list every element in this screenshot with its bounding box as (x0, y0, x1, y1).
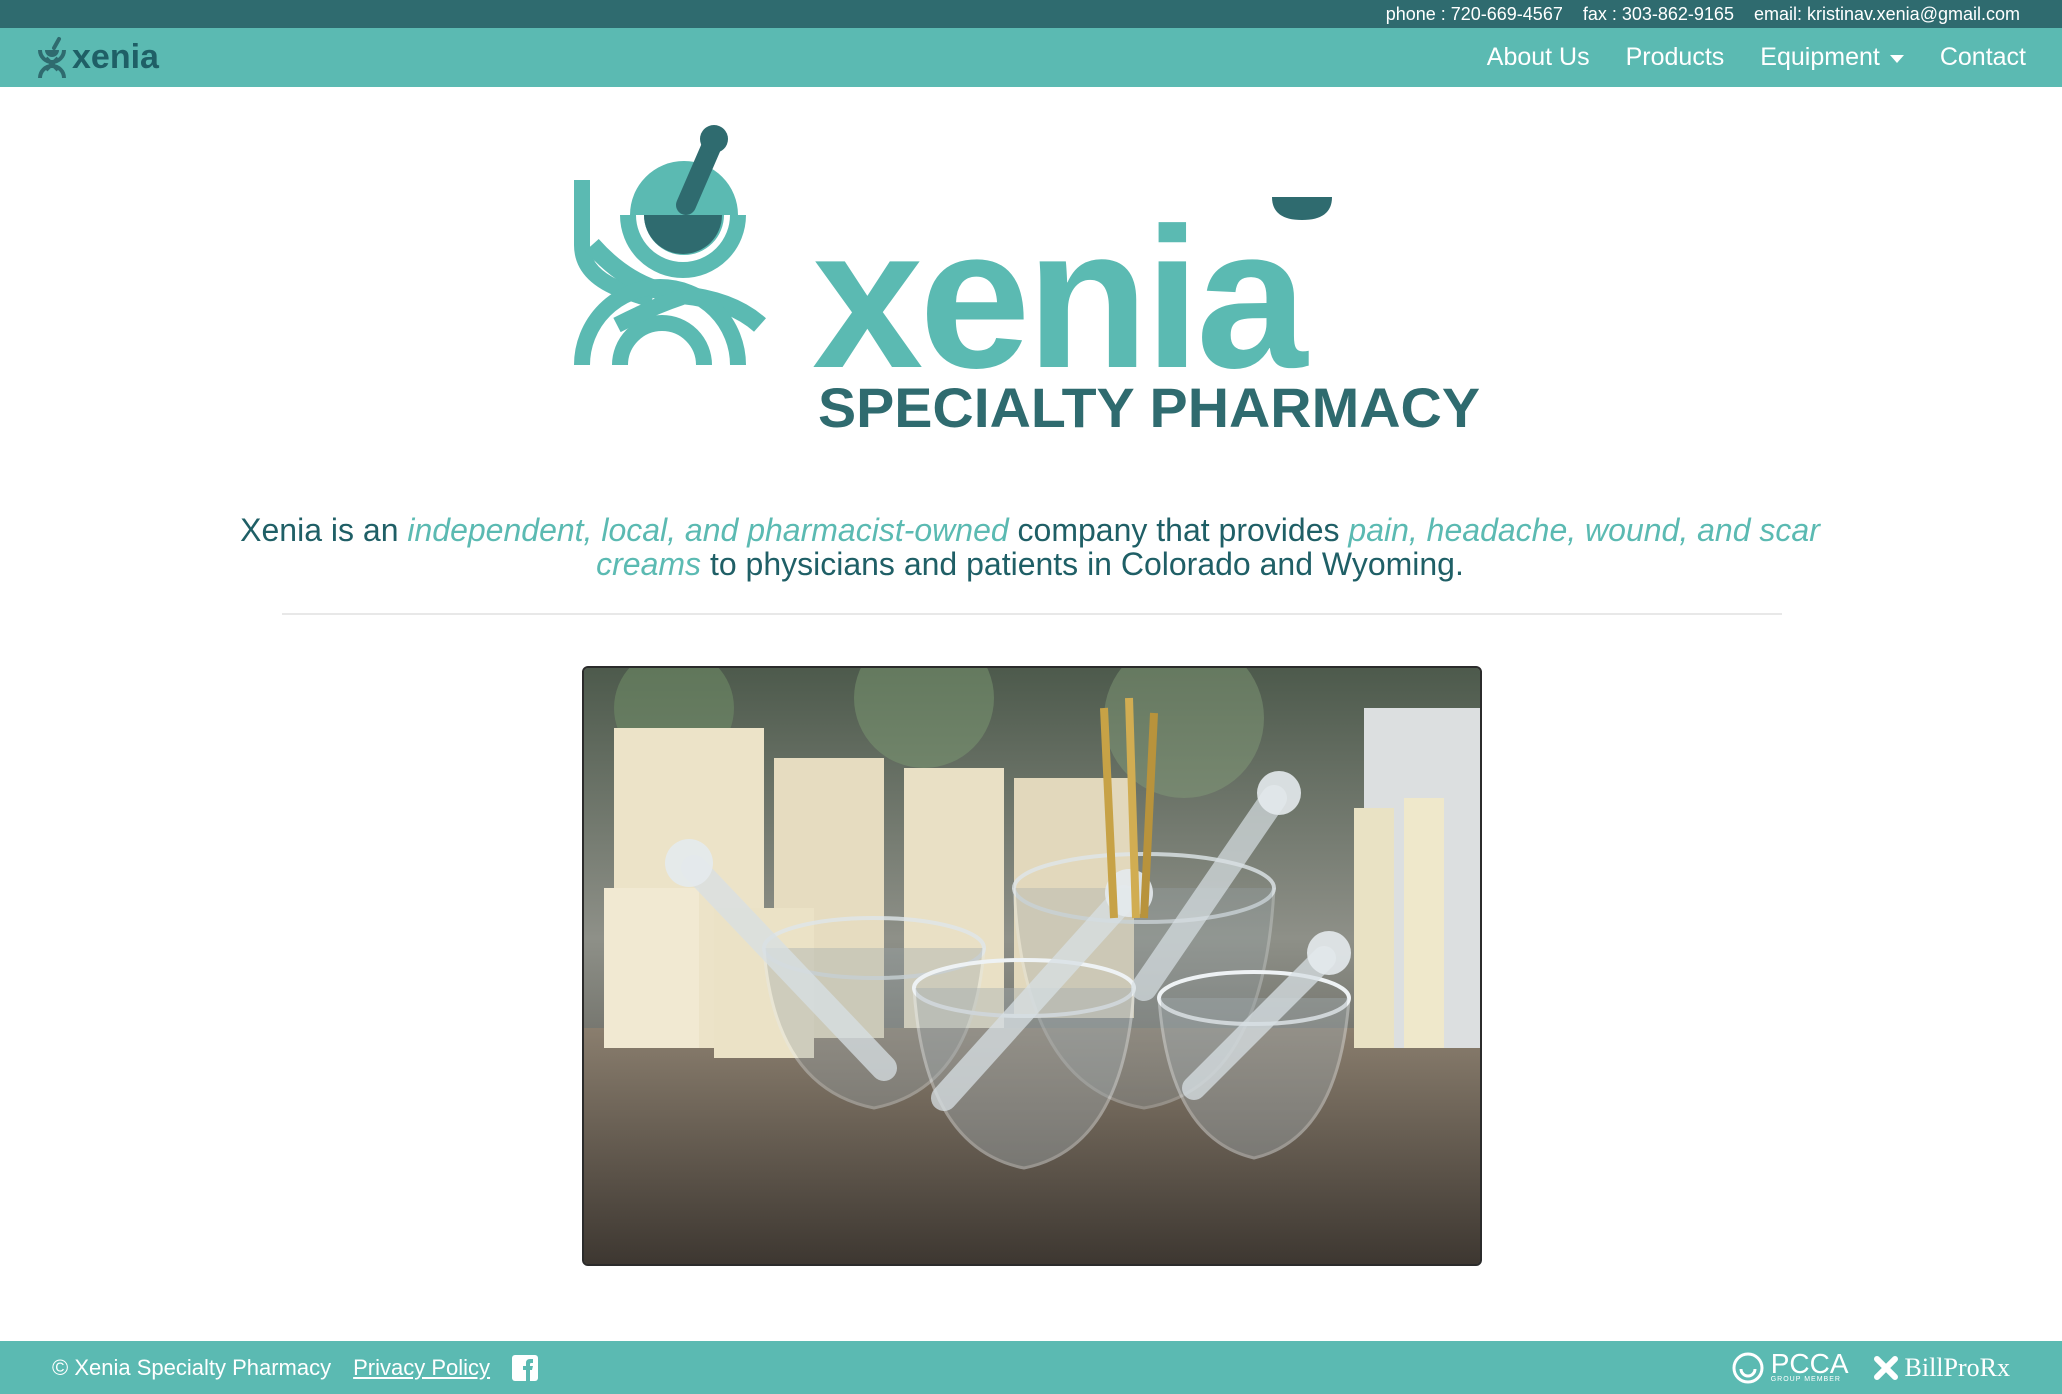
pcca-sublabel: GROUP MEMBER (1770, 1375, 1841, 1383)
tagline-part2: company that provides (1008, 512, 1349, 548)
tagline-part1: Xenia is an (240, 512, 408, 548)
tagline-part3: to physicians and patients in Colorado a… (701, 546, 1464, 582)
email-text[interactable]: email: kristinav.xenia@gmail.com (1754, 4, 2020, 25)
nav-about-us[interactable]: About Us (1487, 43, 1590, 72)
hero-logo-symbol-icon (574, 125, 766, 366)
hero-logo: xenia SPECIALTY PHARMACY (574, 125, 1480, 435)
nav-equipment-label: Equipment (1760, 43, 1880, 71)
footer-badges: PCCA GROUP MEMBER BillProRx (1731, 1347, 2010, 1385)
nav-contact[interactable]: Contact (1940, 43, 2026, 72)
footer-left: © Xenia Specialty Pharmacy Privacy Polic… (52, 1354, 539, 1381)
site-footer: © Xenia Specialty Pharmacy Privacy Polic… (0, 1341, 2062, 1394)
brand-link[interactable]: xenia (36, 36, 159, 80)
section-divider (282, 613, 1782, 615)
xenia-logo-icon (38, 36, 66, 78)
billpro-badge[interactable]: BillProRx (1873, 1353, 2010, 1383)
tagline-highlight1: independent, local, and pharmacist-owned (407, 512, 1009, 548)
billpro-icon (1873, 1355, 1898, 1380)
nav-equipment[interactable]: Equipment (1760, 43, 1904, 72)
pcca-badge[interactable]: PCCA GROUP MEMBER (1731, 1347, 1849, 1385)
pcca-label: PCCA (1770, 1347, 1849, 1379)
nav-products[interactable]: Products (1626, 43, 1725, 72)
copyright-text: © Xenia Specialty Pharmacy (52, 1354, 332, 1380)
dropdown-caret-icon (1889, 55, 1904, 63)
company-tagline: Xenia is an independent, local, and phar… (240, 513, 1820, 581)
main-navbar: xenia About Us Products Equipment Contac… (0, 28, 2062, 87)
fax-text: fax : 303-862-9165 (1582, 3, 1734, 24)
billpro-label: BillProRx (1904, 1352, 2010, 1382)
facebook-icon[interactable] (512, 1354, 539, 1381)
mortar-pestle-photo (584, 668, 1480, 1264)
privacy-policy-link[interactable]: Privacy Policy (353, 1355, 490, 1381)
phone-text: phone : 720-669-4567 (1385, 3, 1563, 24)
nav-menu: About Us Products Equipment Contact (1487, 43, 2026, 72)
brand-text: xenia (72, 38, 159, 76)
hero-subtitle: SPECIALTY PHARMACY (818, 376, 1480, 435)
contact-topbar: phone : 720-669-4567 fax : 303-862-9165 … (0, 0, 2062, 28)
pcca-icon (1732, 1352, 1764, 1383)
hero-photo (582, 666, 1482, 1266)
